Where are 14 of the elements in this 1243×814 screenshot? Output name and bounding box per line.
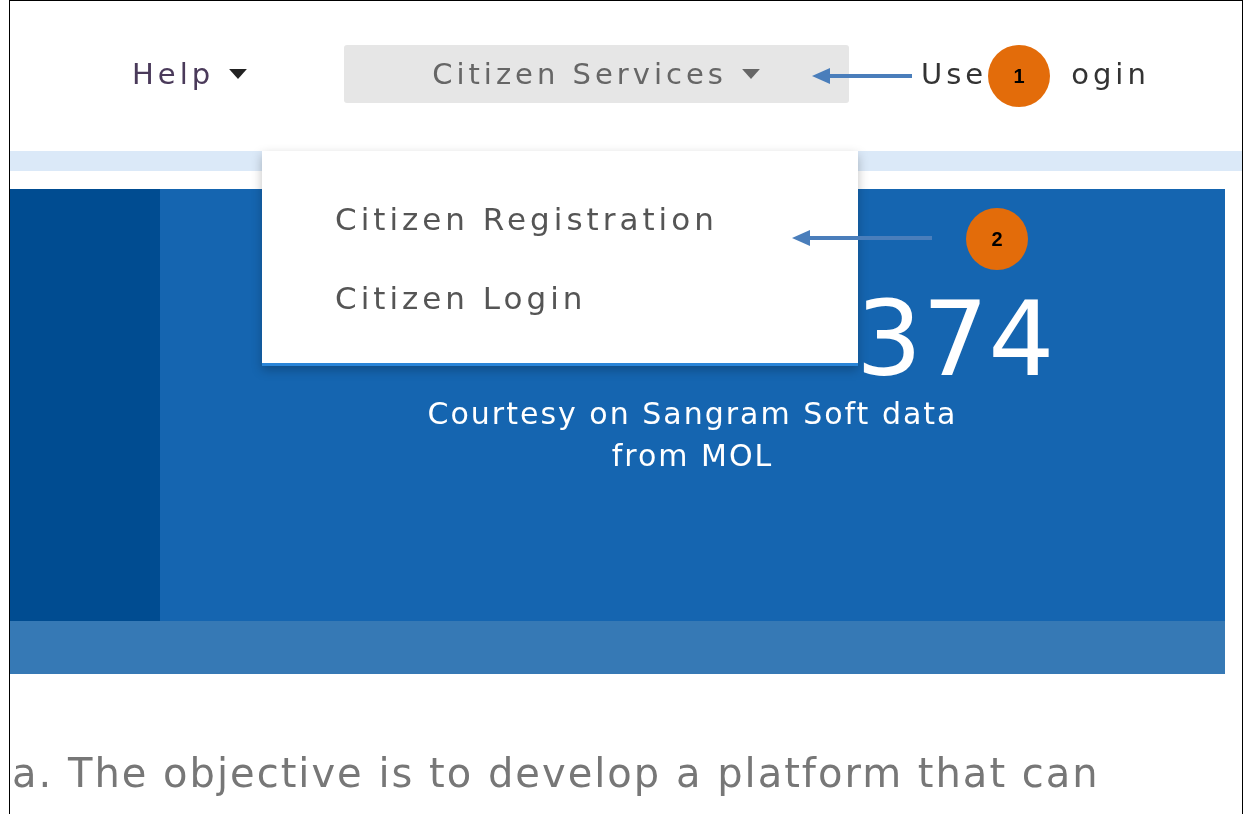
menu-item[interactable]: Citizen Registration — [262, 199, 858, 239]
nav-button[interactable]: Citizen Services — [344, 45, 849, 103]
arrow-icon — [812, 68, 912, 84]
callout-badge: 1 — [988, 45, 1050, 107]
nav-link[interactable]: ogin — [1071, 57, 1150, 91]
stat-caption: Courtesy on Sangram Soft data from MOL — [426, 395, 959, 475]
arrow-icon — [792, 230, 932, 246]
intro-text: a. The objective is to develop a platform that can — [11, 750, 1101, 796]
caret-icon — [228, 69, 249, 79]
stat-number: 374 — [856, 289, 1055, 389]
nav-link[interactable]: Help — [132, 57, 282, 91]
caret-icon — [740, 69, 761, 79]
menu-item[interactable]: Citizen Login — [262, 278, 858, 318]
nav-link[interactable]: Use — [921, 57, 988, 91]
